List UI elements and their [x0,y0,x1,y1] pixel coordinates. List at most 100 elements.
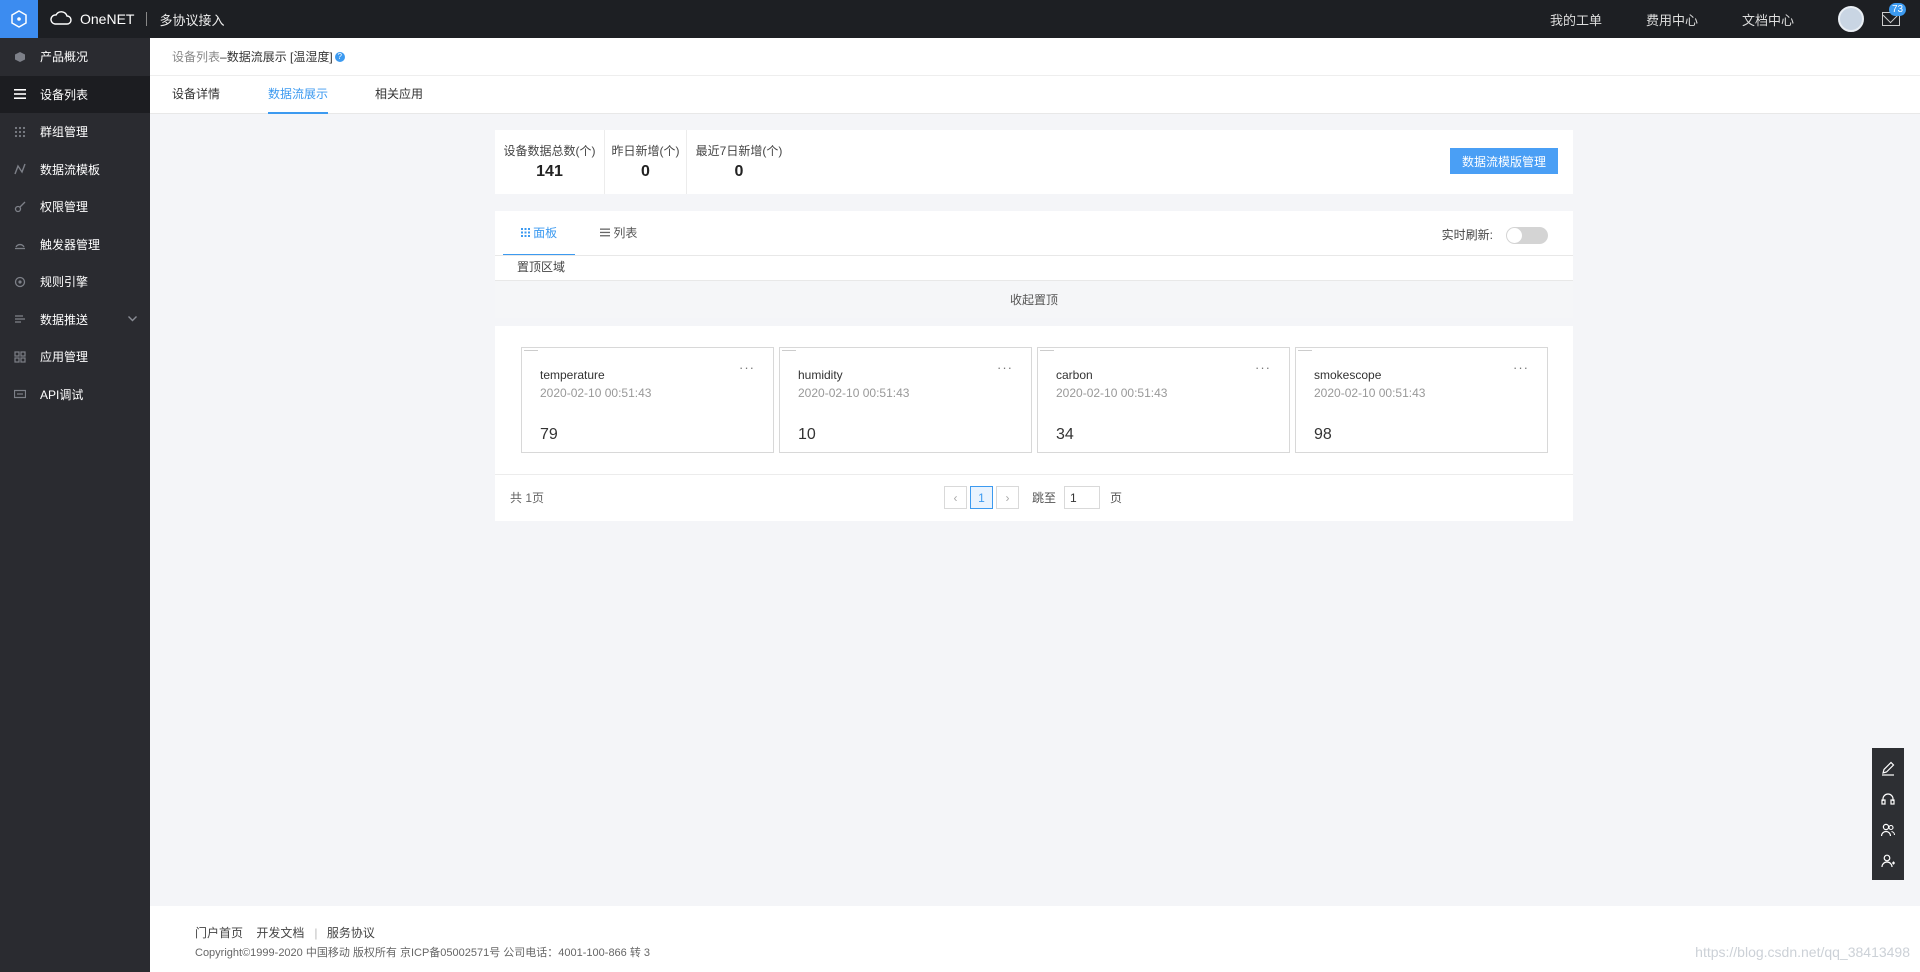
datastream-name: temperature [540,368,605,382]
tab-device-details[interactable]: 设备详情 [172,76,220,114]
rule-icon [13,275,27,289]
footer-link-portal[interactable]: 门户首页 [195,926,243,940]
trigger-icon [13,237,27,251]
sidebar-item-product-overview[interactable]: 产品概况 [0,38,150,76]
datastream-card[interactable]: humidity 2020-02-10 00:51:43 10 ··· [779,347,1032,453]
datastream-name: carbon [1056,368,1093,382]
datastream-value: 79 [540,426,558,443]
sidebar-item-app-management[interactable]: 应用管理 [0,338,150,376]
sidebar-item-label: 设备列表 [40,87,89,102]
more-icon[interactable]: ··· [739,360,755,375]
collapse-pin-button[interactable]: 收起置顶 [495,280,1573,318]
docs-link[interactable]: 文档中心 [1742,10,1794,29]
sidebar-item-label: 触发器管理 [40,237,101,252]
sidebar-item-permission-management[interactable]: 权限管理 [0,188,150,226]
next-page-button[interactable]: › [996,486,1019,509]
footer-link-dev-docs[interactable]: 开发文档 [256,926,304,940]
view-panel: 面板 列表 实时刷新: 置顶区域 收起置顶 [495,211,1573,318]
breadcrumb-parent[interactable]: 设备列表 [172,48,220,65]
apps-icon [13,350,27,364]
tab-panel-view[interactable]: 面板 [503,211,575,256]
sidebar-item-rule-engine[interactable]: 规则引擎 [0,263,150,301]
floating-toolbar [1872,748,1904,880]
users-icon[interactable] [1879,821,1897,839]
datastream-time: 2020-02-10 00:51:43 [540,386,652,400]
tab-list-view[interactable]: 列表 [600,211,637,256]
more-icon[interactable]: ··· [1513,360,1529,375]
jump-page-input[interactable] [1064,486,1101,509]
sidebar-item-label: 应用管理 [40,350,89,365]
divider [495,255,1573,256]
datastream-name: humidity [798,368,843,382]
sidebar-item-label: 数据流模板 [40,162,101,177]
stat-last-7-days-new: 最近7日新增(个) 0 [687,130,791,194]
more-icon[interactable]: ··· [997,360,1013,375]
card-corner [524,350,538,353]
sidebar-item-data-push[interactable]: 数据推送 [0,301,150,339]
card-corner [782,350,796,353]
tab-datastream-display[interactable]: 数据流展示 [268,76,329,114]
sidebar-item-datastream-template[interactable]: 数据流模板 [0,151,150,189]
sidebar-item-api-debug[interactable]: API调试 [0,376,150,414]
help-icon[interactable]: ? [334,51,345,62]
breadcrumb: 设备列表 – 数据流展示 [温湿度] ? [150,38,1920,76]
my-tickets-link[interactable]: 我的工单 [1550,10,1602,29]
datastream-time: 2020-02-10 00:51:43 [1056,386,1168,400]
watermark-text: https://blog.csdn.net/qq_38413498 [1695,944,1910,960]
tab-related-apps[interactable]: 相关应用 [375,76,423,114]
datastream-template-manage-button[interactable]: 数据流模版管理 [1450,148,1558,174]
datastream-value: 34 [1056,426,1074,443]
user-add-icon[interactable] [1879,852,1897,870]
stats-card: 设备数据总数(个) 141 昨日新增(个) 0 最近7日新增(个) 0 数据流模… [495,130,1573,194]
chevron-down-icon[interactable] [127,313,138,327]
datastream-card[interactable]: smokescope 2020-02-10 00:51:43 98 ··· [1295,347,1548,453]
footer-divider: | [314,926,318,940]
hexagon-logo-icon[interactable] [0,0,38,38]
brand-divider [146,12,148,26]
divider [495,474,1573,475]
mail-badge: 73 [1889,3,1907,16]
edit-icon[interactable] [1879,759,1897,777]
brand[interactable]: OneNET 多协议接入 [50,0,224,38]
sidebar-item-group-management[interactable]: 群组管理 [0,113,150,151]
sidebar-item-device-list[interactable]: 设备列表 [0,75,150,113]
mail-icon[interactable]: 73 [1882,3,1907,26]
tab-list-label: 列表 [613,226,638,240]
page-1-button[interactable]: 1 [970,486,993,509]
line-chart-icon [13,162,27,176]
collapse-pin-label: 收起置顶 [1009,293,1058,307]
sidebar-item-label: 数据推送 [40,312,89,327]
breadcrumb-current: 数据流展示 [温湿度] [226,50,333,64]
realtime-refresh-toggle[interactable] [1506,227,1548,244]
realtime-refresh-label: 实时刷新: [1441,228,1493,242]
datastream-card[interactable]: carbon 2020-02-10 00:51:43 34 ··· [1037,347,1290,453]
headset-icon[interactable] [1879,790,1897,808]
copyright-text: Copyright©1999-2020 中国移动 版权所有 京ICP备05002… [195,947,651,959]
pin-area-label: 置顶区域 [517,260,566,274]
billing-link[interactable]: 费用中心 [1646,10,1698,29]
more-icon[interactable]: ··· [1255,360,1271,375]
breadcrumb-separator: – [220,49,227,64]
sidebar-item-label: 产品概况 [40,50,89,65]
page-unit-label: 页 [1110,491,1123,505]
datastream-value: 98 [1314,426,1332,443]
brand-name: OneNET [80,11,135,27]
sidebar-item-label: 权限管理 [40,200,89,215]
tab-bar: 设备详情 数据流展示 相关应用 [150,76,1920,114]
stat-value: 0 [641,163,650,180]
stat-label: 最近7日新增(个) [695,144,783,158]
brand-subtitle: 多协议接入 [159,12,225,28]
stat-yesterday-new: 昨日新增(个) 0 [605,130,687,194]
top-links: 我的工单 费用中心 文档中心 73 [1550,0,1920,38]
cloud-icon [50,10,72,28]
datastream-name: smokescope [1314,368,1382,382]
tab-panel-label: 面板 [533,226,558,240]
footer-link-service-agreement[interactable]: 服务协议 [327,926,375,940]
datastream-time: 2020-02-10 00:51:43 [798,386,910,400]
avatar[interactable] [1838,6,1864,32]
prev-page-button[interactable]: ‹ [944,486,967,509]
sidebar-item-label: 群组管理 [40,125,89,140]
datastream-card[interactable]: temperature 2020-02-10 00:51:43 79 ··· [521,347,774,453]
grid-dots-icon [13,125,27,139]
sidebar-item-trigger-management[interactable]: 触发器管理 [0,226,150,264]
